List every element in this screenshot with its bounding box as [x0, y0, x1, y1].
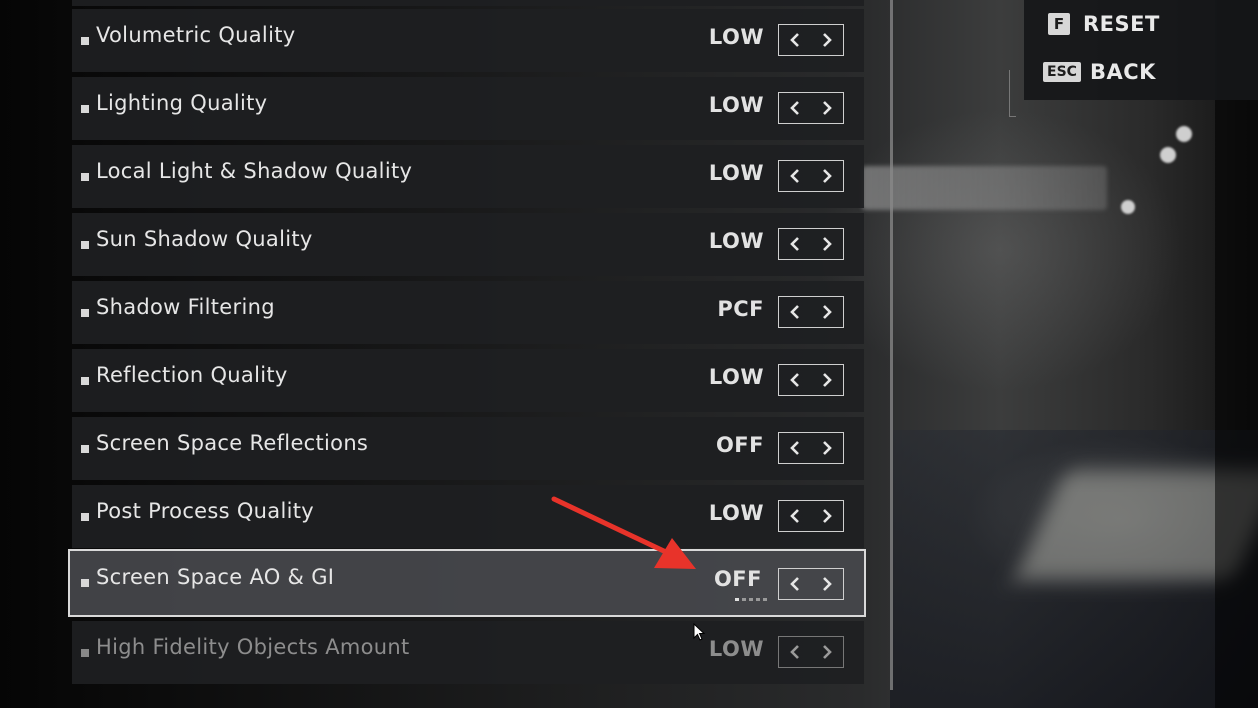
chevron-right-icon[interactable]: [811, 433, 843, 463]
bullet-icon: [81, 513, 89, 521]
chevron-right-icon[interactable]: [811, 365, 843, 395]
value-stepper: [778, 228, 844, 260]
panel-bracket: [1009, 70, 1016, 117]
chevron-left-icon[interactable]: [779, 365, 811, 395]
bullet-icon: [81, 649, 89, 657]
value-stepper: [778, 432, 844, 464]
setting-label: Lighting Quality: [96, 91, 268, 115]
chevron-left-icon[interactable]: [779, 569, 811, 599]
bullet-icon: [81, 37, 89, 45]
bullet-icon: [81, 377, 89, 385]
chevron-left-icon[interactable]: [779, 161, 811, 191]
setting-label: Screen Space AO & GI: [96, 565, 335, 589]
back-label: BACK: [1090, 60, 1156, 84]
chevron-right-icon[interactable]: [811, 297, 843, 327]
controls-hint-panel: F RESET ESC BACK: [1024, 0, 1258, 100]
value-stepper: [778, 364, 844, 396]
bullet-icon: [81, 445, 89, 453]
chevron-left-icon[interactable]: [779, 93, 811, 123]
setting-row-reflection-quality[interactable]: Reflection Quality LOW: [72, 349, 864, 412]
setting-value: LOW: [708, 93, 764, 117]
value-stepper: [778, 568, 844, 600]
chevron-left-icon[interactable]: [779, 297, 811, 327]
chevron-left-icon[interactable]: [779, 229, 811, 259]
setting-label: Shadow Filtering: [96, 295, 275, 319]
setting-value: OFF: [715, 433, 764, 457]
setting-row-sun-shadow-quality[interactable]: Sun Shadow Quality LOW: [72, 213, 864, 276]
setting-row-screen-space-reflections[interactable]: Screen Space Reflections OFF: [72, 417, 864, 480]
bullet-icon: [81, 241, 89, 249]
chevron-left-icon[interactable]: [779, 433, 811, 463]
option-position-indicator: [735, 598, 767, 601]
chevron-right-icon[interactable]: [811, 569, 843, 599]
setting-row-local-light-shadow-quality[interactable]: Local Light & Shadow Quality LOW: [72, 145, 864, 208]
setting-label: Reflection Quality: [96, 363, 288, 387]
setting-label: Sun Shadow Quality: [96, 227, 313, 251]
setting-row-volumetric-quality[interactable]: Volumetric Quality LOW: [72, 9, 864, 72]
f-key-icon: F: [1048, 13, 1070, 35]
value-stepper: [778, 636, 844, 668]
value-stepper: [778, 24, 844, 56]
setting-row-shadow-filtering[interactable]: Shadow Filtering PCF: [72, 281, 864, 344]
chevron-right-icon[interactable]: [811, 501, 843, 531]
setting-label: High Fidelity Objects Amount: [96, 635, 410, 659]
setting-row-screen-space-ao-gi[interactable]: Screen Space AO & GI OFF: [68, 549, 866, 617]
setting-value: LOW: [708, 365, 764, 389]
setting-value: LOW: [708, 161, 764, 185]
setting-label: Local Light & Shadow Quality: [96, 159, 413, 183]
setting-row-high-fidelity-objects-amount[interactable]: High Fidelity Objects Amount LOW: [72, 621, 864, 684]
value-stepper: [778, 160, 844, 192]
mouse-cursor-icon: [693, 623, 706, 641]
bullet-icon: [81, 309, 89, 317]
setting-row-post-process-quality[interactable]: Post Process Quality LOW: [72, 485, 864, 548]
chevron-right-icon[interactable]: [811, 161, 843, 191]
bullet-icon: [81, 173, 89, 181]
graphics-settings-list: Volumetric Quality LOW Lighting Quality …: [68, 0, 866, 708]
setting-row-lighting-quality[interactable]: Lighting Quality LOW: [72, 77, 864, 140]
setting-label: Screen Space Reflections: [96, 431, 369, 455]
value-stepper: [778, 500, 844, 532]
red-arrow-annotation: [551, 496, 696, 569]
setting-value: PCF: [717, 297, 764, 321]
panel-divider: [890, 0, 893, 690]
chevron-left-icon[interactable]: [779, 637, 811, 667]
chevron-left-icon[interactable]: [779, 501, 811, 531]
reset-label: RESET: [1083, 12, 1160, 36]
setting-value: LOW: [708, 25, 764, 49]
chevron-right-icon[interactable]: [811, 25, 843, 55]
setting-label: Volumetric Quality: [96, 23, 296, 47]
setting-value: LOW: [708, 637, 764, 661]
chevron-right-icon[interactable]: [811, 637, 843, 667]
setting-value: LOW: [708, 501, 764, 525]
value-stepper: [778, 92, 844, 124]
setting-label: Post Process Quality: [96, 499, 314, 523]
esc-key-icon: ESC: [1043, 62, 1081, 82]
value-stepper: [778, 296, 844, 328]
setting-value: LOW: [708, 229, 764, 253]
chevron-left-icon[interactable]: [779, 25, 811, 55]
chevron-right-icon[interactable]: [811, 93, 843, 123]
setting-value: OFF: [713, 567, 762, 591]
bullet-icon: [81, 579, 89, 587]
bullet-icon: [81, 105, 89, 113]
chevron-right-icon[interactable]: [811, 229, 843, 259]
